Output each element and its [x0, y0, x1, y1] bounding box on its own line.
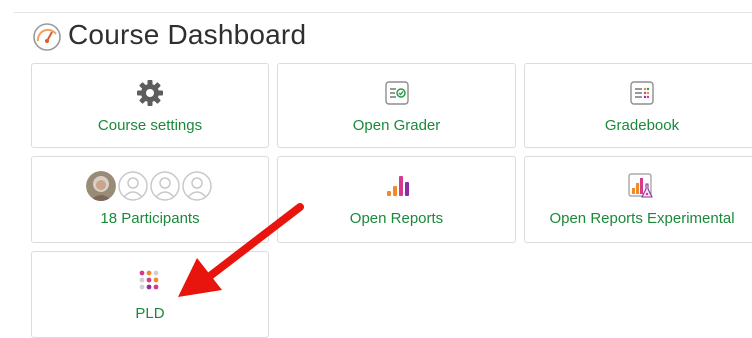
grader-checklist-icon — [384, 78, 409, 108]
dot-grid-icon — [138, 266, 162, 296]
open-reports-experimental-tile[interactable]: Open Reports Experimental — [524, 156, 752, 243]
tile-label: Open Reports — [349, 210, 444, 227]
participant-avatars-icon — [86, 171, 214, 201]
gear-icon — [135, 78, 165, 108]
pld-tile[interactable]: PLD — [31, 251, 269, 338]
dashboard-gauge-icon — [33, 23, 61, 51]
tile-label: Open Reports Experimental — [549, 210, 735, 227]
open-grader-tile[interactable]: Open Grader — [277, 63, 516, 148]
top-divider — [14, 12, 752, 13]
avatar — [182, 171, 212, 201]
page-title: Course Dashboard — [68, 19, 307, 50]
participants-tile[interactable]: 18 Participants — [31, 156, 269, 243]
gradebook-list-icon — [630, 78, 654, 108]
avatar — [118, 171, 148, 201]
tile-label: PLD — [135, 305, 165, 322]
avatar — [86, 171, 116, 201]
tile-label: 18 Participants — [100, 210, 200, 227]
experimental-chart-icon — [627, 171, 657, 201]
avatar — [150, 171, 180, 201]
tile-label: Course settings — [97, 117, 203, 134]
course-settings-tile[interactable]: Course settings — [31, 63, 269, 148]
open-reports-tile[interactable]: Open Reports — [277, 156, 516, 243]
tile-label: Gradebook — [604, 117, 680, 134]
bar-chart-icon — [384, 171, 410, 201]
tile-label: Open Grader — [352, 117, 441, 134]
page-header: Course Dashboard — [32, 18, 306, 52]
gradebook-tile[interactable]: Gradebook — [524, 63, 752, 148]
